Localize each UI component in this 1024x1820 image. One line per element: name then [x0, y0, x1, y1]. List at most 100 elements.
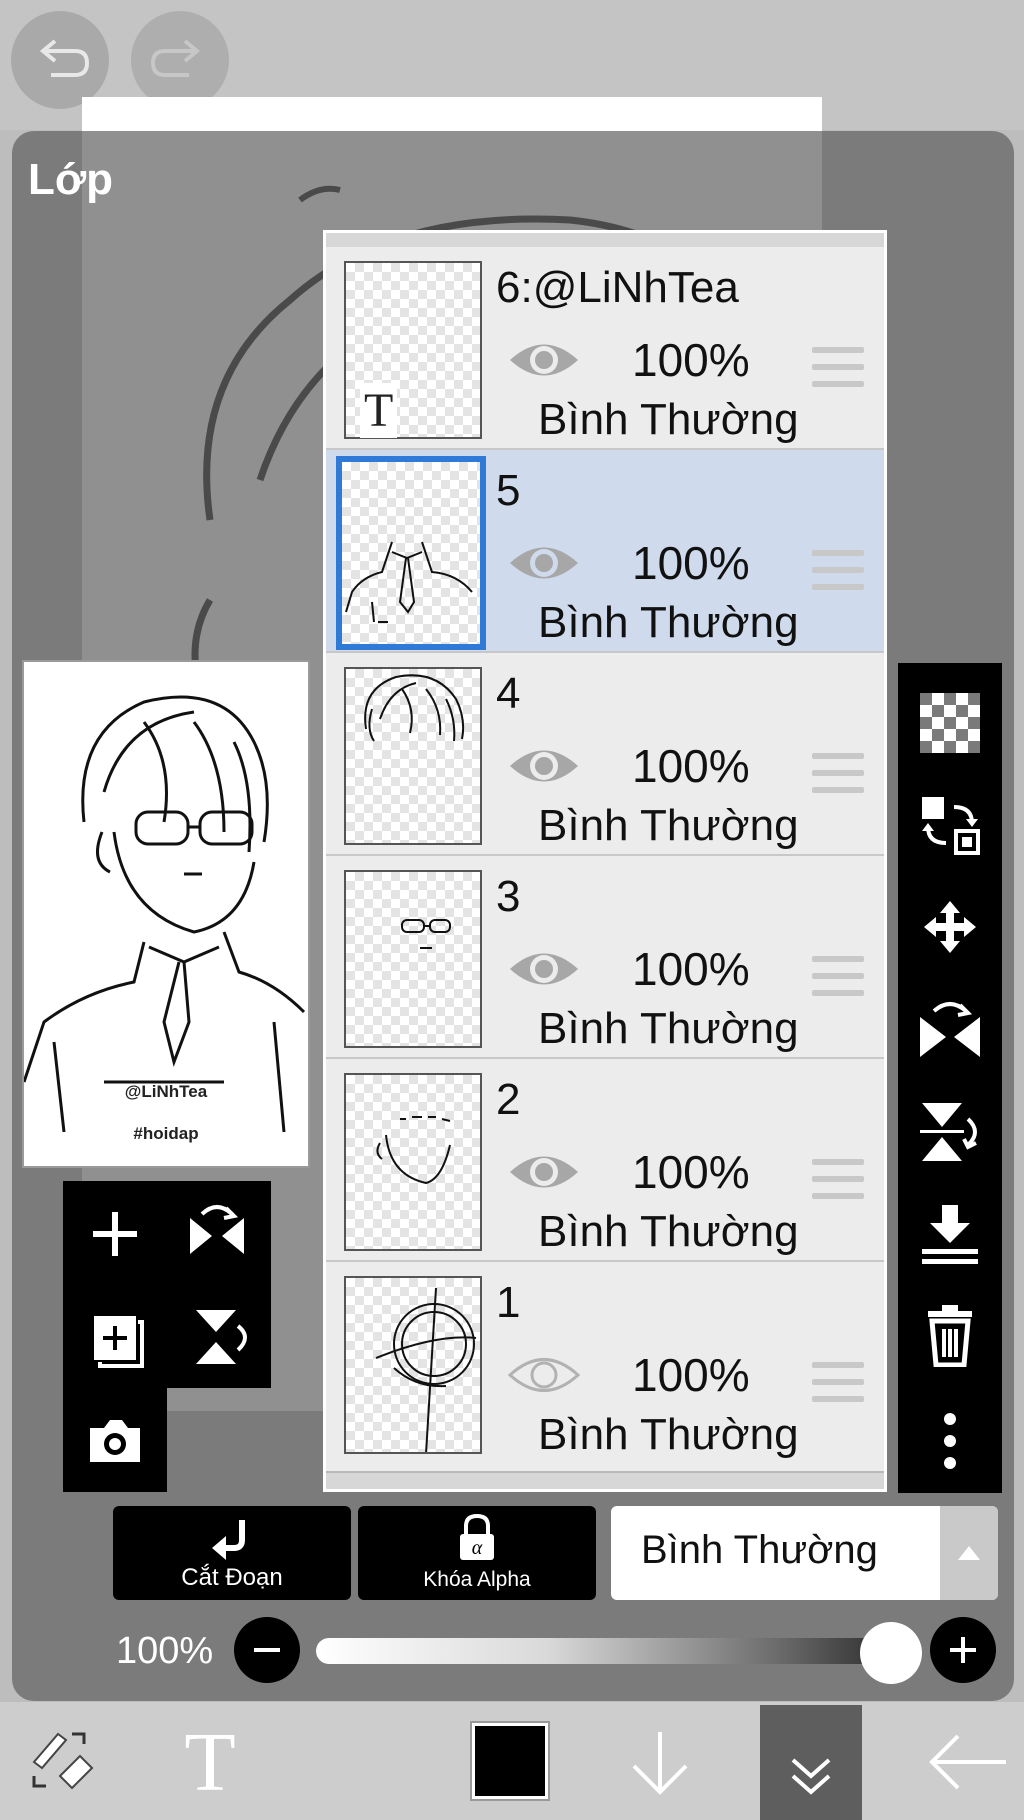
- chevron-up-icon: [958, 1546, 980, 1560]
- drag-handle-icon[interactable]: [812, 347, 864, 387]
- eye-icon[interactable]: [506, 538, 582, 588]
- layer-row-2[interactable]: 2 100% Bình Thường: [326, 1059, 884, 1262]
- flip-vertical-button[interactable]: [898, 1081, 1002, 1181]
- preview-hashtag: #hoidap: [133, 1124, 199, 1143]
- eye-icon[interactable]: [506, 1147, 582, 1197]
- blend-mode-select[interactable]: Bình Thường: [611, 1506, 998, 1600]
- minus-icon: [254, 1648, 280, 1652]
- layer-opacity: 100%: [632, 1349, 750, 1401]
- transparency-button[interactable]: [898, 673, 1002, 773]
- lock-icon: α: [460, 1513, 494, 1560]
- redo-button[interactable]: [131, 11, 229, 109]
- move-icon: [924, 901, 976, 953]
- merge-down-button[interactable]: [898, 1183, 1002, 1283]
- opacity-decrease-button[interactable]: [234, 1617, 300, 1683]
- layer-row-1[interactable]: 1 100% Bình Thường: [326, 1262, 884, 1465]
- layer-opacity: 100%: [632, 740, 750, 792]
- layer-row-5[interactable]: 5 100% Bình Thường: [326, 450, 884, 653]
- swap-layer-button[interactable]: [898, 775, 1002, 875]
- more-icon: [944, 1413, 956, 1469]
- layer-row-6[interactable]: T 6:@LiNhTea 100% Bình Thường: [326, 247, 884, 450]
- layer-opacity: 100%: [632, 537, 750, 589]
- flip-layer-horizontal-button[interactable]: [172, 1190, 262, 1280]
- move-button[interactable]: [898, 877, 1002, 977]
- layer-thumbnail[interactable]: [344, 667, 482, 845]
- layer-thumbnail[interactable]: T: [344, 261, 482, 439]
- flip-horizontal-button[interactable]: [898, 979, 1002, 1079]
- preview-signature: @LiNhTea: [124, 1082, 208, 1101]
- flip-vertical-icon: [196, 1310, 247, 1364]
- layer-thumbnail[interactable]: [344, 1276, 482, 1454]
- layer-thumbnail[interactable]: [336, 456, 486, 650]
- flip-layer-vertical-button[interactable]: [172, 1292, 262, 1382]
- text-tool-button[interactable]: T: [170, 1716, 250, 1809]
- add-layer-icon: [93, 1212, 137, 1256]
- undo-button[interactable]: [11, 11, 109, 109]
- layer-thumbnail-drawing: [376, 1116, 451, 1185]
- transparency-icon: [920, 693, 980, 753]
- flip-horizontal-icon: [920, 1002, 980, 1057]
- opacity-slider-handle[interactable]: [860, 1622, 922, 1684]
- layer-opacity: 100%: [632, 943, 750, 995]
- canvas-preview[interactable]: @LiNhTea #hoidap: [22, 660, 310, 1168]
- drag-handle-icon[interactable]: [812, 550, 864, 590]
- color-swatch[interactable]: [470, 1721, 550, 1801]
- layer-blend-mode: Bình Thường: [538, 1004, 799, 1053]
- brush-eraser-button[interactable]: [20, 1720, 100, 1800]
- trash-icon: [928, 1305, 972, 1367]
- eye-icon[interactable]: [506, 944, 582, 994]
- layer-blend-mode: Bình Thường: [538, 801, 799, 850]
- eye-icon[interactable]: [506, 741, 582, 791]
- camera-icon: [90, 1420, 140, 1462]
- plus-icon: [950, 1637, 976, 1663]
- collapse-button[interactable]: [771, 1730, 851, 1810]
- more-options-button[interactable]: [898, 1387, 1002, 1487]
- drag-handle-icon[interactable]: [812, 956, 864, 996]
- opacity-slider[interactable]: [316, 1638, 896, 1664]
- layer-blend-mode: Bình Thường: [538, 1207, 799, 1256]
- alpha-lock-label: Khóa Alpha: [423, 1568, 531, 1591]
- dropdown-arrow[interactable]: [940, 1506, 998, 1600]
- opacity-value: 100%: [116, 1630, 214, 1672]
- layer-name: 5: [496, 466, 521, 515]
- layer-thumbnail-drawing: [364, 674, 465, 742]
- clipping-button[interactable]: Cắt Đoạn: [113, 1506, 351, 1600]
- flip-horizontal-icon: [190, 1205, 244, 1254]
- duplicate-layer-button[interactable]: [70, 1292, 160, 1382]
- down-arrow-icon: [632, 1732, 688, 1795]
- layer-opacity: 100%: [632, 1146, 750, 1198]
- layer-tools-right: [898, 663, 1002, 1493]
- layer-thumbnail[interactable]: [344, 1073, 482, 1251]
- layer-thumbnail-drawing: [375, 1287, 477, 1452]
- delete-layer-button[interactable]: [898, 1285, 1002, 1385]
- back-button[interactable]: [922, 1722, 1012, 1802]
- layer-name: 3: [496, 872, 521, 921]
- layer-opacity: 100%: [632, 334, 750, 386]
- svg-text:T: T: [184, 1720, 235, 1800]
- layer-row-4[interactable]: 4 100% Bình Thường: [326, 653, 884, 856]
- layer-blend-mode: Bình Thường: [538, 1410, 799, 1459]
- svg-text:α: α: [472, 1537, 483, 1559]
- duplicate-layer-icon: [94, 1316, 144, 1368]
- layer-thumbnail-drawing: [345, 541, 473, 623]
- opacity-increase-button[interactable]: [930, 1617, 996, 1683]
- import-photo-button[interactable]: [70, 1396, 160, 1486]
- layer-list[interactable]: T 6:@LiNhTea 100% Bình Thường 5 100% Bìn…: [323, 230, 887, 1492]
- add-layer-button[interactable]: [70, 1190, 160, 1280]
- layer-row-3[interactable]: 3 100% Bình Thường: [326, 856, 884, 1059]
- drag-handle-icon[interactable]: [812, 1362, 864, 1402]
- layer-blend-mode: Bình Thường: [538, 395, 799, 444]
- text-layer-icon: T: [360, 383, 398, 438]
- drag-handle-icon[interactable]: [812, 753, 864, 793]
- down-button[interactable]: [620, 1722, 700, 1802]
- eye-icon[interactable]: [506, 335, 582, 385]
- layer-name: 2: [496, 1075, 521, 1124]
- layer-name: 4: [496, 669, 521, 718]
- eye-hidden-icon[interactable]: [506, 1350, 582, 1400]
- layer-thumbnail[interactable]: [344, 870, 482, 1048]
- clipping-icon: [212, 1520, 245, 1560]
- alpha-lock-button[interactable]: α Khóa Alpha: [358, 1506, 596, 1600]
- list-scroll-edge-bottom: [326, 1471, 884, 1489]
- drag-handle-icon[interactable]: [812, 1159, 864, 1199]
- clipping-label: Cắt Đoạn: [181, 1564, 283, 1591]
